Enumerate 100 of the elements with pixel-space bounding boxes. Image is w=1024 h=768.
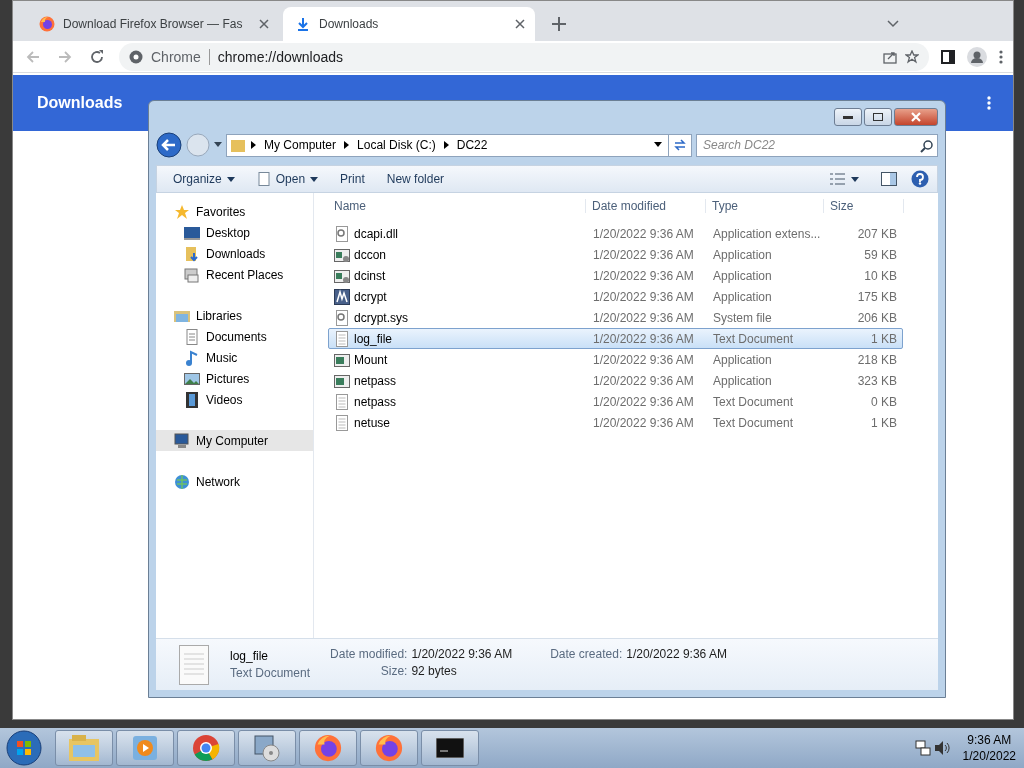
taskbar-button[interactable] xyxy=(421,730,479,766)
settings-file-icon xyxy=(334,309,350,326)
toolbar-button[interactable]: Print xyxy=(332,169,373,189)
column-header[interactable]: Size xyxy=(824,199,904,213)
nav-item[interactable]: My Computer xyxy=(156,430,313,451)
media-player-icon xyxy=(133,736,157,760)
maximize-icon xyxy=(873,113,883,121)
size-cell-text: 175 KB xyxy=(856,289,897,304)
date-cell-text: 1/20/2022 9:36 AM xyxy=(592,247,695,262)
star-icon xyxy=(174,203,190,220)
nav-item[interactable]: Documents xyxy=(156,326,313,347)
detail-value: 1/20/2022 9:36 AM xyxy=(626,647,727,661)
column-header[interactable]: Date modified xyxy=(586,199,706,213)
app-window-icon xyxy=(334,372,350,389)
file-row[interactable]: Mount 1/20/2022 9:36 AM Application 218 KB xyxy=(328,349,903,370)
page-title: Downloads xyxy=(37,94,123,112)
column-header[interactable]: Type xyxy=(706,199,824,213)
toolbar-button[interactable]: Organize xyxy=(165,169,243,189)
forward-icon xyxy=(186,133,210,157)
file-name: dccon xyxy=(354,247,387,262)
nav-item[interactable]: Music xyxy=(156,347,313,368)
toolbar-button[interactable]: New folder xyxy=(378,169,453,189)
menu-icon xyxy=(999,48,1003,65)
file-row[interactable]: netuse 1/20/2022 9:36 AM Text Document 1 KB xyxy=(328,412,903,433)
date-cell-text: 1/20/2022 9:36 AM xyxy=(592,310,695,325)
file-name: netpass xyxy=(354,373,397,388)
app-window-icon xyxy=(334,351,350,368)
close-button[interactable] xyxy=(894,108,938,126)
nav-item[interactable]: Recent Places xyxy=(156,264,313,285)
profile-icon xyxy=(967,46,987,67)
breadcrumb-item[interactable]: DC22 xyxy=(454,138,490,152)
download-icon xyxy=(295,16,311,32)
installer-icon xyxy=(253,734,281,762)
nav-item[interactable]: Desktop xyxy=(156,222,313,243)
size-cell-text: 1 KB xyxy=(870,331,897,346)
nav-item[interactable]: Favorites xyxy=(156,201,313,222)
console-icon xyxy=(436,738,464,758)
minimize-button[interactable] xyxy=(834,108,862,126)
file-row[interactable]: netpass 1/20/2022 9:36 AM Text Document 0 KB xyxy=(328,391,903,412)
computer-icon xyxy=(174,432,190,449)
file-name: dcapi.dll xyxy=(354,226,399,241)
file-row[interactable]: dccon 1/20/2022 9:36 AM Application 59 KB xyxy=(328,244,903,265)
date-cell-text: 1/20/2022 9:36 AM xyxy=(592,415,695,430)
type-cell-text: Application xyxy=(712,373,773,388)
column-header[interactable]: Name xyxy=(328,199,586,213)
type-cell-text: Text Document xyxy=(712,331,795,346)
nav-item[interactable]: Network xyxy=(156,471,313,492)
speaker-icon xyxy=(933,740,950,756)
plus-icon xyxy=(552,17,566,31)
browser-tab[interactable]: Downloads xyxy=(283,7,535,41)
file-row[interactable]: dcrypt 1/20/2022 9:36 AM Application 175 KB xyxy=(328,286,903,307)
minimize-icon xyxy=(843,115,853,119)
type-cell-text: System file xyxy=(712,310,773,325)
breadcrumb-item[interactable]: My Computer xyxy=(262,138,339,152)
close-icon xyxy=(911,112,921,122)
side-panel-icon xyxy=(941,49,955,64)
maximize-button[interactable] xyxy=(864,108,892,126)
text-file-icon xyxy=(334,414,350,431)
chrome-icon xyxy=(129,49,143,64)
size-cell-text: 1 KB xyxy=(870,415,897,430)
desktop-icon xyxy=(184,224,200,241)
list-view-icon xyxy=(830,173,846,185)
back-arrow-icon xyxy=(26,49,40,64)
chrome-icon xyxy=(192,734,220,762)
type-cell-text: Application xyxy=(712,247,773,262)
date-cell-text: 1/20/2022 9:36 AM xyxy=(592,394,695,409)
file-row[interactable]: log_file 1/20/2022 9:36 AM Text Document 1 KB xyxy=(328,328,903,349)
file-name: netuse xyxy=(354,415,391,430)
nav-item[interactable]: Libraries xyxy=(156,305,313,326)
browser-tab[interactable]: Download Firefox Browser — Fas xyxy=(27,7,279,41)
size-cell-text: 323 KB xyxy=(856,373,897,388)
nav-item[interactable]: Downloads xyxy=(156,243,313,264)
toolbar-button[interactable]: Open xyxy=(248,169,327,189)
breadcrumb-bar[interactable]: My Computer Local Disk (C:) DC22 xyxy=(226,133,692,157)
detail-label: Size: xyxy=(379,664,408,678)
arrow-icon xyxy=(251,141,256,149)
file-row[interactable]: dcrypt.sys 1/20/2022 9:36 AM System file 206 KB xyxy=(328,307,903,328)
document-icon xyxy=(184,328,200,345)
file-row[interactable]: netpass 1/20/2022 9:36 AM Application 323 KB xyxy=(328,370,903,391)
type-cell-text: Text Document xyxy=(712,394,795,409)
start-button-icon xyxy=(6,730,42,766)
file-row[interactable]: dcinst 1/20/2022 9:36 AM Application 10 KB xyxy=(328,265,903,286)
recent-places-icon xyxy=(184,266,200,283)
file-name: log_file xyxy=(354,331,393,346)
details-name: log_file xyxy=(230,649,269,663)
menu-icon xyxy=(987,95,991,111)
search-field[interactable]: Search DC22 xyxy=(696,133,938,157)
date-cell-text: 1/20/2022 9:36 AM xyxy=(592,373,695,388)
app-window-icon xyxy=(334,267,350,284)
film-icon xyxy=(184,391,200,408)
nav-item[interactable]: Videos xyxy=(156,389,313,410)
text-file-icon xyxy=(178,643,210,686)
breadcrumb-item[interactable]: Local Disk (C:) xyxy=(355,138,438,152)
url-text: chrome://downloads xyxy=(217,48,344,65)
search-icon xyxy=(920,139,933,153)
site-chip: Chrome xyxy=(151,48,210,65)
address-bar[interactable]: Chrome chrome://downloads xyxy=(119,42,929,71)
nav-item[interactable]: Pictures xyxy=(156,368,313,389)
detail-label: Date modified: xyxy=(330,647,408,661)
file-row[interactable]: dcapi.dll 1/20/2022 9:36 AM Application extens... 207 KB xyxy=(328,223,903,244)
